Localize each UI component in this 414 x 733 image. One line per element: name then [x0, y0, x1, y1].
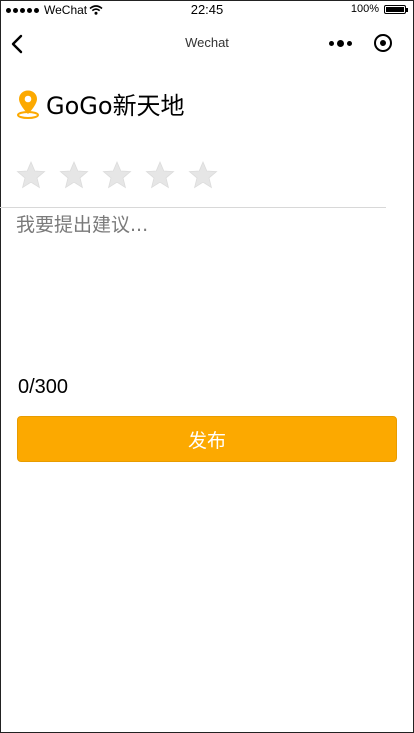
location-pin-icon [17, 90, 39, 119]
star-5-icon[interactable] [188, 160, 218, 190]
status-bar: WeChat 22:45 100% [0, 0, 414, 20]
divider [0, 207, 386, 208]
star-3-icon[interactable] [102, 160, 132, 190]
suggestion-input[interactable] [16, 210, 396, 370]
store-header: GoGo新天地 [16, 86, 185, 121]
star-2-icon[interactable] [59, 160, 89, 190]
battery-icon [384, 4, 408, 14]
nav-bar: Wechat [0, 22, 414, 66]
star-rating [16, 160, 218, 190]
battery-percent: 100% [350, 3, 379, 15]
store-name: GoGo新天地 [46, 92, 185, 120]
close-miniprogram-icon[interactable] [374, 34, 392, 52]
battery-area: 100% [350, 3, 408, 15]
star-4-icon[interactable] [145, 160, 175, 190]
char-counter: 0/300 [18, 376, 69, 398]
star-1-icon[interactable] [16, 160, 46, 190]
more-options-icon[interactable] [329, 39, 352, 47]
capsule-menu [329, 34, 392, 52]
publish-button[interactable]: 发布 [17, 416, 397, 462]
